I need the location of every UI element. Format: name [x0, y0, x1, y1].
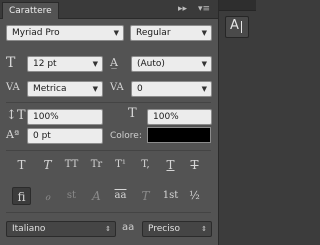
chevron-down-icon: ▼	[92, 60, 98, 68]
tab-character[interactable]: Carattere	[2, 2, 59, 19]
font-family-value: Myriad Pro	[12, 28, 60, 38]
discretionary-ligatures-button[interactable]: st	[62, 187, 81, 205]
ordinals-button[interactable]: 1st	[159, 187, 182, 205]
language-value: Italiano	[12, 224, 46, 234]
vertical-scale-value: 100%	[33, 112, 59, 122]
antialias-value: Preciso	[148, 224, 180, 234]
faux-bold-button[interactable]: T	[12, 156, 31, 174]
underline-button[interactable]: T	[161, 156, 180, 174]
horizontal-scale-icon: T	[128, 106, 137, 121]
panel-tabbar: Carattere ▸▸ ▾≡	[0, 0, 218, 19]
all-caps-button[interactable]: TT	[62, 156, 81, 174]
superscript-button[interactable]: T¹	[111, 156, 130, 174]
leading-icon: A̲	[110, 56, 118, 69]
baseline-shift-value: 0 pt	[33, 131, 51, 141]
tracking-select[interactable]: 0 ▼	[131, 81, 212, 97]
swash-button[interactable]: A	[87, 187, 106, 205]
kerning-value: Metrica	[33, 84, 67, 94]
text-cursor-icon	[241, 21, 242, 33]
divider	[6, 102, 211, 103]
kerning-icon: VA	[6, 82, 20, 93]
baseline-shift-icon: Aª	[6, 128, 20, 141]
vertical-scale-input[interactable]: 100%	[27, 109, 103, 125]
double-arrow-icon[interactable]: ▸▸	[178, 3, 187, 15]
fractions-button[interactable]: ½	[185, 187, 204, 205]
color-label: Colore:	[110, 131, 142, 141]
font-family-select[interactable]: Myriad Pro ▼	[6, 25, 124, 41]
horizontal-scale-value: 100%	[153, 112, 179, 122]
stylistic-alternates-button[interactable]: aa	[111, 187, 130, 205]
kerning-select[interactable]: Metrica ▼	[27, 81, 103, 97]
character-panel: Carattere ▸▸ ▾≡ Myriad Pro ▼ Regular ▼ T…	[0, 0, 219, 245]
horizontal-scale-input[interactable]: 100%	[147, 109, 212, 125]
baseline-shift-input[interactable]: 0 pt	[27, 128, 103, 144]
text-color-swatch[interactable]	[147, 127, 211, 143]
leading-value: (Auto)	[137, 59, 165, 69]
subscript-button[interactable]: T,	[136, 156, 155, 174]
language-select[interactable]: Italiano ⇕	[6, 221, 116, 237]
divider	[6, 212, 211, 213]
character-panel-icon: A	[230, 18, 239, 33]
strikethrough-button[interactable]: T	[185, 156, 204, 174]
chevron-down-icon: ▼	[113, 29, 119, 37]
leading-select[interactable]: (Auto) ▼	[131, 56, 212, 72]
collapsed-panel-strip: A	[219, 0, 256, 245]
tracking-icon: VA	[110, 82, 124, 93]
chevron-down-icon: ▼	[201, 29, 207, 37]
small-caps-button[interactable]: Tr	[87, 156, 106, 174]
panel-menu-icon[interactable]: ▾≡	[198, 3, 210, 15]
font-size-value: 12 pt	[33, 59, 57, 69]
divider	[6, 150, 211, 151]
faux-italic-button[interactable]: T	[38, 156, 57, 174]
chevron-down-icon: ▼	[201, 60, 207, 68]
font-style-select[interactable]: Regular ▼	[130, 25, 212, 41]
antialias-select[interactable]: Preciso ⇕	[142, 221, 212, 237]
vertical-scale-icon: ↕T	[6, 108, 26, 123]
chevron-down-icon: ▼	[92, 85, 98, 93]
chevron-updown-icon: ⇕	[105, 225, 111, 233]
antialias-icon: aa	[122, 222, 135, 233]
font-style-value: Regular	[136, 28, 171, 38]
chevron-updown-icon: ⇕	[201, 225, 207, 233]
character-panel-button[interactable]: A	[225, 16, 249, 38]
tracking-value: 0	[137, 84, 143, 94]
ligatures-button[interactable]: ﬁ	[12, 187, 31, 205]
titling-alternates-button[interactable]: T	[136, 187, 155, 205]
font-size-select[interactable]: 12 pt ▼	[27, 56, 103, 72]
strip-header	[219, 0, 256, 11]
chevron-down-icon: ▼	[201, 85, 207, 93]
font-size-icon: T	[6, 55, 16, 71]
contextual-alternates-button[interactable]: ℴ	[38, 187, 57, 205]
